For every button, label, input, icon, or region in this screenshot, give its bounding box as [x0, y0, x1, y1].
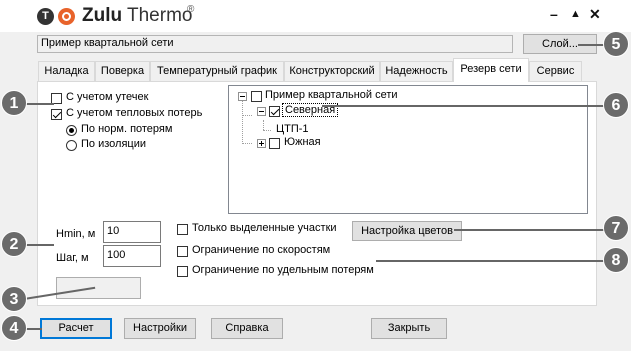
app-logo-o-icon [58, 8, 75, 25]
leaks-label: С учетом утечек [66, 91, 149, 103]
speed-limit-checkbox[interactable] [177, 246, 188, 257]
callout-badge-7: 7 [603, 215, 629, 241]
tab-naladka[interactable]: Наладка [38, 61, 95, 81]
callout-badge-6: 6 [603, 92, 629, 118]
callout-badge-5: 5 [603, 31, 629, 57]
calculate-button[interactable]: Расчет [40, 318, 112, 339]
callout-badge-1: 1 [1, 90, 27, 116]
tab-poverka[interactable]: Поверка [95, 61, 150, 81]
heat-loss-checkbox[interactable] [51, 109, 62, 120]
tree-expand-icon[interactable] [257, 139, 266, 148]
step-input[interactable]: 100 [103, 245, 161, 267]
app-title-thermo: Thermo [127, 5, 193, 26]
tree-north-checkbox[interactable] [269, 106, 280, 117]
by-norm-radio[interactable] [66, 125, 77, 136]
tab-network-reserve[interactable]: Резерв сети [453, 58, 529, 82]
selected-only-checkbox[interactable] [177, 224, 188, 235]
callout-badge-2: 2 [1, 231, 27, 257]
tree-line [242, 115, 252, 116]
callout-line [24, 244, 54, 246]
tree-line [263, 120, 264, 130]
tree-ctp-label[interactable]: ЦТП-1 [276, 123, 309, 135]
tab-reliability[interactable]: Надежность [380, 61, 453, 81]
speed-limit-label: Ограничение по скоростям [192, 244, 331, 256]
close-window-button[interactable]: ✕ [589, 6, 601, 23]
settings-button[interactable]: Настройки [124, 318, 196, 339]
title-bar: T Zulu Thermo ® – ▲ ✕ [0, 0, 631, 32]
callout-line [24, 103, 54, 105]
by-insulation-radio[interactable] [66, 140, 77, 151]
tree-line [242, 143, 252, 144]
tree-line [242, 99, 243, 144]
tree-south-label[interactable]: Южная [284, 136, 321, 148]
hmin-input[interactable]: 10 [103, 221, 161, 243]
tree-collapse-icon[interactable] [238, 92, 247, 101]
tab-temperature-graph[interactable]: Температурный график [150, 61, 284, 81]
network-name-field[interactable]: Пример квартальной сети [37, 35, 513, 53]
tree-root-checkbox[interactable] [251, 91, 262, 102]
close-button[interactable]: Закрыть [371, 318, 447, 339]
callout-line [322, 105, 612, 107]
tree-root-label[interactable]: Пример квартальной сети [265, 89, 398, 101]
maximize-button[interactable]: ▲ [570, 8, 581, 20]
tree-line [263, 130, 271, 131]
app-logo-t-icon: T [37, 8, 54, 25]
registered-mark: ® [187, 4, 195, 15]
heat-loss-label: С учетом тепловых потерь [66, 107, 203, 119]
loss-limit-checkbox[interactable] [177, 266, 188, 277]
tree-collapse-icon[interactable] [257, 107, 266, 116]
loss-limit-label: Ограничение по удельным потерям [192, 264, 374, 276]
help-button[interactable]: Справка [211, 318, 283, 339]
progress-indicator [56, 277, 141, 299]
step-label: Шаг, м [56, 252, 89, 264]
app-title-zulu: Zulu [82, 5, 123, 26]
tab-constructor[interactable]: Конструкторский [284, 61, 380, 81]
hmin-label: Hmin, м [56, 228, 96, 240]
callout-badge-4: 4 [1, 315, 27, 341]
zulu-thermo-window: T Zulu Thermo ® – ▲ ✕ Пример квартальной… [0, 0, 631, 351]
tab-service[interactable]: Сервис [529, 61, 582, 81]
selected-only-label: Только выделенные участки [192, 222, 337, 234]
minimize-button[interactable]: – [550, 6, 558, 22]
tree-south-checkbox[interactable] [269, 138, 280, 149]
callout-badge-3: 3 [1, 286, 27, 312]
callout-badge-8: 8 [603, 247, 629, 273]
by-insulation-label: По изоляции [81, 138, 146, 150]
callout-line [376, 260, 612, 262]
callout-line [454, 229, 612, 231]
by-norm-label: По норм. потерям [81, 123, 173, 135]
color-settings-button[interactable]: Настройка цветов [352, 221, 462, 241]
